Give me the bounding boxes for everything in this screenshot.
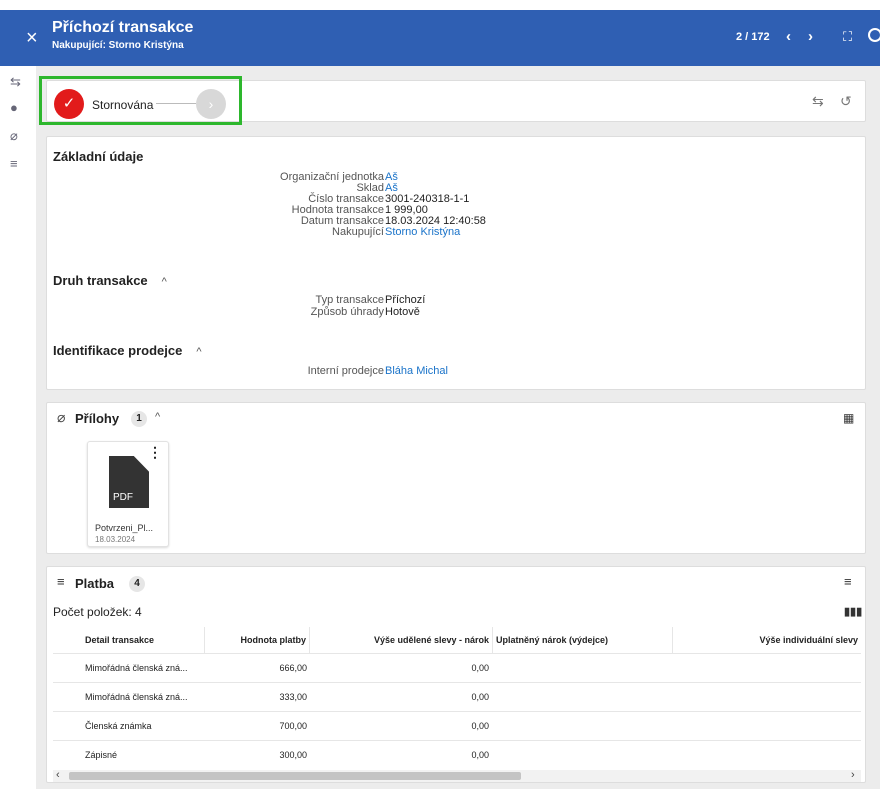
field-row: Organizační jednotka Aš [47, 172, 867, 183]
items-count: Počet položek: 4 [53, 605, 142, 619]
columns-icon[interactable]: ▮▮▮ [844, 605, 862, 618]
attachments-title: Přílohy [75, 411, 120, 426]
field-label: Interní prodejce [307, 365, 384, 377]
field-row: Nakupující Storno Kristýna [47, 227, 867, 238]
field-row: Interní prodejce Bláha Michal [47, 366, 867, 377]
field-row: Typ transakce Příchozí [47, 295, 867, 306]
scroll-left-icon[interactable]: ‹ [56, 769, 60, 781]
attachments-count-badge: 1 [131, 411, 147, 427]
field-label: Nakupující [332, 226, 384, 238]
table-cell-value: 333,00 [279, 692, 307, 702]
caret-up-icon[interactable]: ^ [155, 411, 160, 423]
file-date: 18.03.2024 [95, 535, 136, 544]
section-title-basic: Základní údaje [53, 149, 144, 164]
content-area: ✓ Stornována › ⇆ ↺ Základní údaje Organi… [36, 66, 880, 789]
caret-up-icon[interactable]: ^ [162, 276, 167, 288]
table-cell-value: 666,00 [279, 663, 307, 673]
status-connector [156, 103, 196, 104]
attachment-file-card[interactable]: ⋮ PDF Potvrzeni_Pl... 18.03.2024 [87, 441, 169, 547]
workflow-icon[interactable]: ⇆ [812, 93, 824, 110]
list-view-icon[interactable]: ≡ [844, 574, 852, 589]
field-label: Způsob úhrady [310, 306, 384, 318]
table-cell-value: 300,00 [279, 750, 307, 760]
basic-info-card: Základní údaje Organizační jednotka Aš Skl… [46, 136, 866, 390]
column-header-discount[interactable]: Výše udělené slevy - nárok [310, 627, 493, 653]
field-row: Číslo transakce 3001-240318-1-1 [47, 194, 867, 205]
more-vert-icon[interactable]: ⋮ [148, 444, 162, 461]
column-header-claim[interactable]: Uplatněný nárok (výdejce) [493, 627, 673, 653]
table-row[interactable]: Mimořádná členská zná... 333,00 0,00 [53, 682, 861, 711]
table-row[interactable]: Mimořádná členská zná... 666,00 0,00 [53, 653, 861, 682]
side-rail: ⇆ ● ⌀ ≡ [0, 66, 36, 789]
payment-title: Platba [75, 576, 115, 591]
grid-view-icon[interactable]: ▦ [843, 411, 854, 425]
page-subtitle: Nakupující: Storno Kristýna [52, 40, 184, 51]
scroll-right-icon[interactable]: › [851, 769, 855, 781]
paperclip-icon[interactable]: ⌀ [10, 128, 18, 144]
file-type-label: PDF [113, 492, 133, 503]
table-cell-detail: Mimořádná členská zná... [85, 663, 188, 673]
workflow-icon[interactable]: ⇆ [10, 74, 21, 90]
table-cell-discount: 0,00 [471, 692, 489, 702]
table-cell-detail: Zápisné [85, 750, 118, 760]
header-bar: × Příchozí transakce Nakupující: Storno … [0, 10, 880, 66]
page-title: Příchozí transakce [52, 19, 194, 36]
fullscreen-icon[interactable]: ⛶ [843, 29, 852, 45]
column-header-individual[interactable]: Výše individuální slevy [673, 627, 861, 653]
caret-up-icon[interactable]: ^ [196, 346, 201, 358]
prev-record-button[interactable]: ‹ [786, 28, 791, 45]
attachments-card: ⌀ Přílohy 1 ^ ▦ ⋮ PDF Potvrzeni_Pl... 18… [46, 402, 866, 554]
payment-card: ≡ Platba 4 ≡ Počet položek: 4 ▮▮▮ Detail… [46, 566, 866, 783]
next-record-button[interactable]: › [808, 28, 813, 45]
table-cell-discount: 0,00 [471, 750, 489, 760]
table-row[interactable]: Členská známka 700,00 0,00 [53, 711, 861, 740]
field-row: Způsob úhrady Hotově [47, 307, 867, 318]
list-icon: ≡ [57, 574, 65, 589]
pager-counter: 2 / 172 [736, 31, 770, 43]
status-label: Stornována [92, 98, 154, 112]
table-cell-detail: Členská známka [85, 721, 152, 731]
section-title-ident[interactable]: Identifikace prodejce ^ [53, 343, 202, 358]
search-icon[interactable] [868, 28, 880, 42]
field-label: Typ transakce [315, 294, 384, 306]
field-value: Hotově [385, 306, 420, 318]
horizontal-scrollbar[interactable]: ‹ › [53, 769, 861, 782]
list-icon[interactable]: ≡ [10, 156, 18, 171]
field-value[interactable]: Bláha Michal [385, 366, 448, 377]
status-done-icon[interactable]: ✓ [54, 89, 84, 119]
field-value: Příchozí [385, 294, 426, 306]
table-cell-discount: 0,00 [471, 721, 489, 731]
user-info-icon[interactable]: ● [10, 100, 18, 115]
section-title-druh[interactable]: Druh transakce ^ [53, 273, 167, 288]
column-header-value[interactable]: Hodnota platby [205, 627, 310, 653]
close-icon[interactable]: × [26, 28, 38, 48]
table-cell-value: 700,00 [279, 721, 307, 731]
table-row[interactable]: Zápisné 300,00 0,00 [53, 740, 861, 769]
table-cell-detail: Mimořádná členská zná... [85, 692, 188, 702]
column-header-detail[interactable]: Detail transakce [53, 627, 205, 653]
scrollbar-thumb[interactable] [69, 772, 521, 780]
status-next-button[interactable]: › [196, 89, 226, 119]
top-strip [0, 0, 880, 10]
payment-count-badge: 4 [129, 576, 145, 592]
file-name: Potvrzeni_Pl... [95, 523, 154, 533]
field-value[interactable]: Storno Kristýna [385, 227, 460, 238]
paperclip-icon: ⌀ [57, 409, 66, 425]
history-icon[interactable]: ↺ [840, 93, 852, 110]
table-cell-discount: 0,00 [471, 663, 489, 673]
